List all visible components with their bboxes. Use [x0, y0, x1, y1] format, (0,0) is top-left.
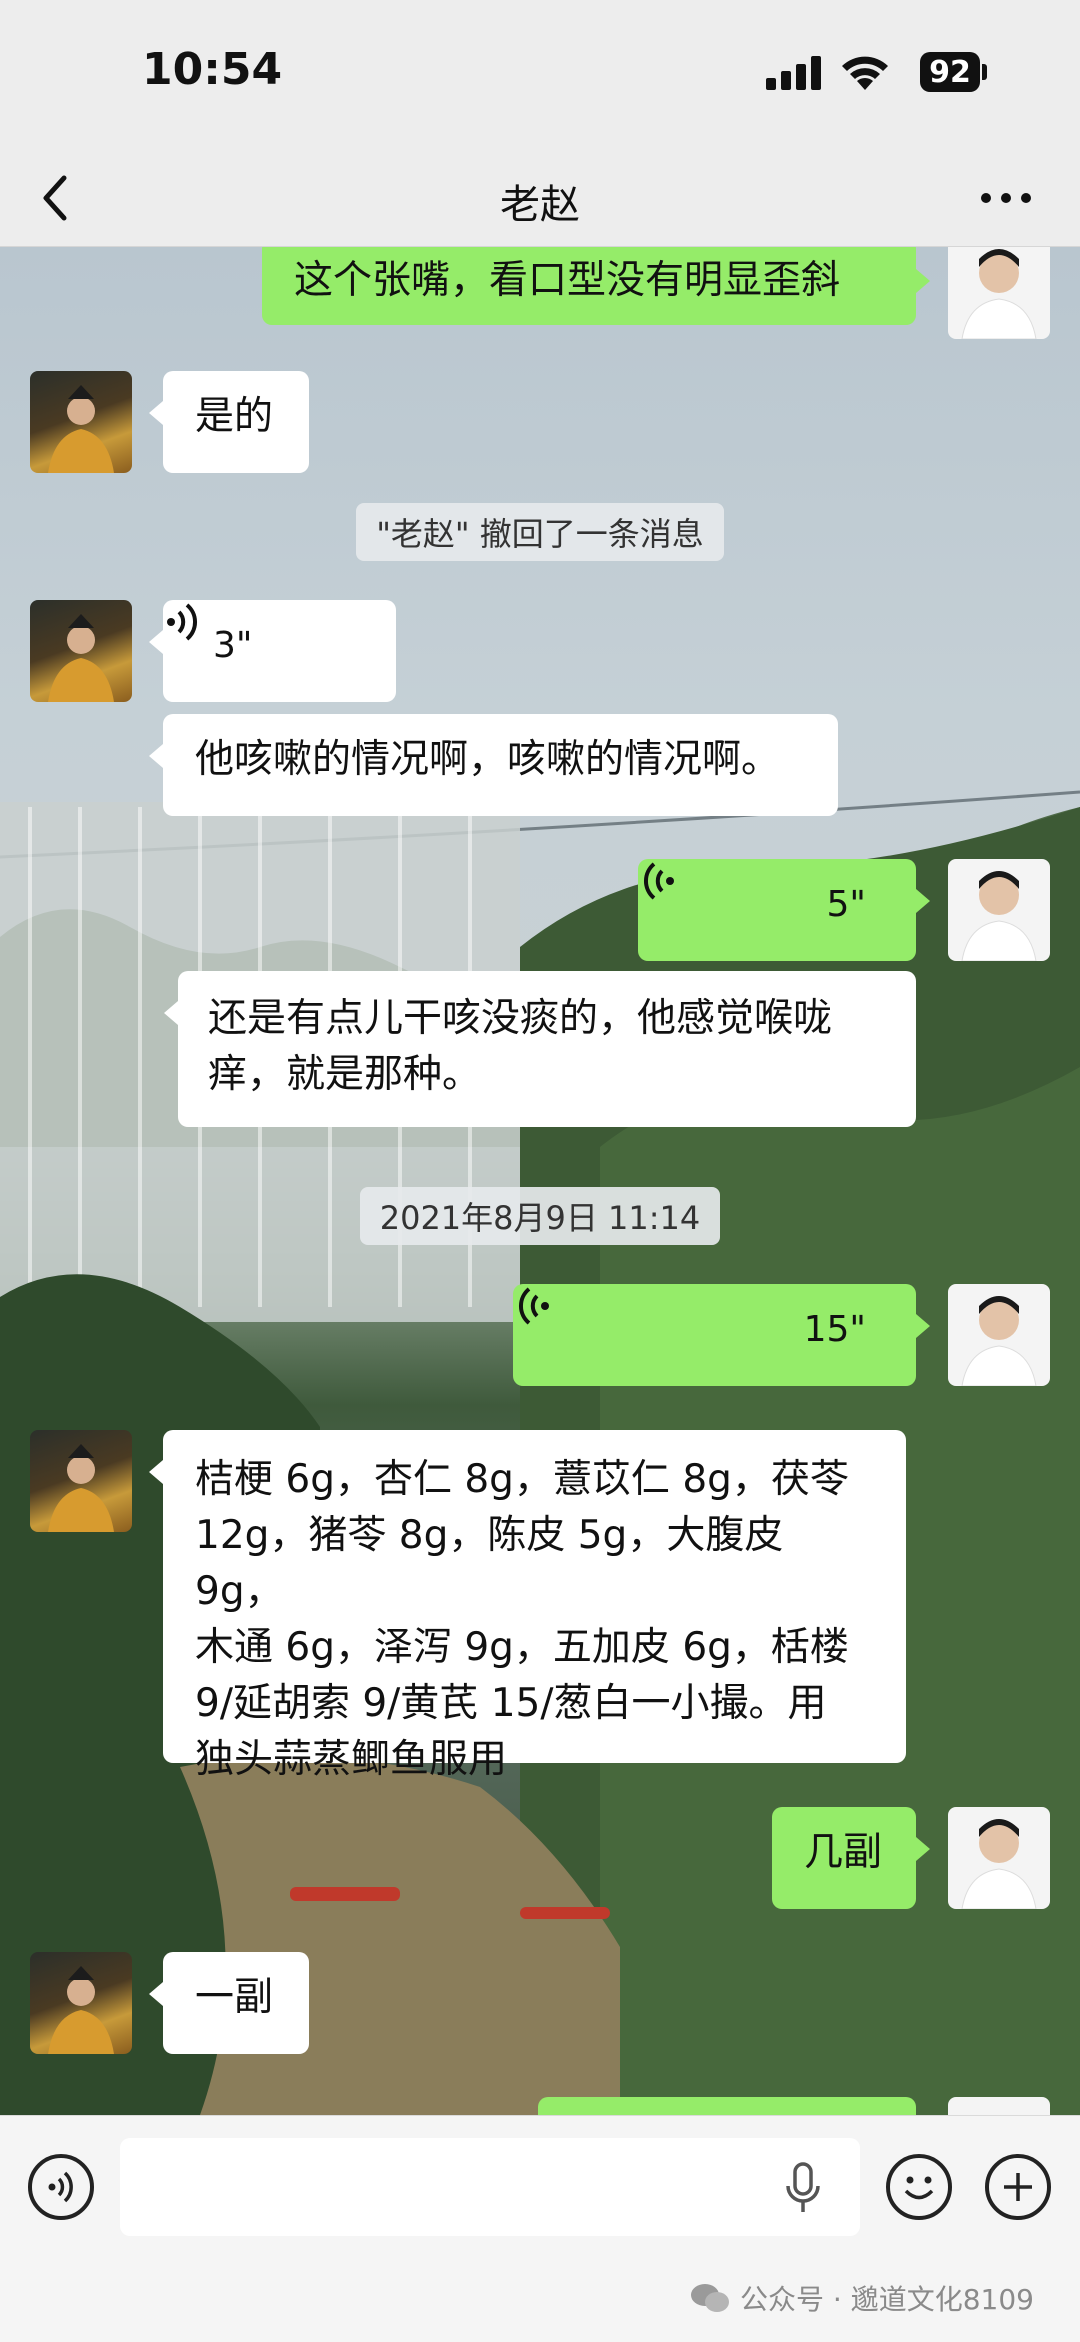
voice-duration: 5": [826, 884, 866, 925]
timestamp-text: 2021年8月9日 11:14: [359, 1187, 721, 1245]
message-bubble-outgoing[interactable]: 这个张嘴，看口型没有明显歪斜: [262, 247, 930, 325]
message-bubble-incoming[interactable]: 桔梗 6g，杏仁 8g，薏苡仁 8g，茯苓 12g，猪苓 8g，陈皮 5g，大腹…: [149, 1430, 906, 1782]
message-line: 木通 6g，泽泻 9g，五加皮 6g，栝楼: [195, 1625, 849, 1670]
add-more-icon[interactable]: [985, 2154, 1051, 2220]
voice-duration: 15": [803, 1309, 866, 1350]
avatar-self[interactable]: [948, 1807, 1050, 1909]
avatar-contact[interactable]: [30, 1952, 132, 2054]
message-bubble[interactable]: 还是有点儿干咳没痰的，他感觉喉咙 痒，就是那种。: [164, 971, 916, 1127]
message-bubble-outgoing-partial[interactable]: [538, 2097, 916, 2115]
message-line: 还是有点儿干咳没痰的，他感觉喉咙: [208, 996, 833, 1041]
message-line: 痒，就是那种。: [208, 1052, 482, 1097]
status-time: 10:54: [142, 44, 283, 95]
avatar-self[interactable]: [948, 859, 1050, 961]
cellular-signal-icon: [766, 56, 822, 90]
message-bubble-incoming[interactable]: 是的: [149, 371, 309, 473]
avatar-self[interactable]: [948, 247, 1050, 339]
message-line: 9/延胡索 9/黄芪 15/葱白一小撮。用: [195, 1681, 827, 1726]
voice-wave-icon: [643, 862, 674, 900]
avatar-contact[interactable]: [30, 1430, 132, 1532]
message-bubble-incoming[interactable]: 一副: [149, 1952, 309, 2054]
recall-notice: "老赵" 撤回了一条消息: [0, 503, 1080, 561]
voice-wave-icon: [518, 1287, 549, 1325]
microphone-icon[interactable]: [782, 2162, 824, 2214]
avatar-self[interactable]: [948, 1284, 1050, 1386]
watermark-text: 公众号 · 邈道文化8109: [740, 2283, 1034, 2316]
chat-title: 老赵: [500, 182, 580, 228]
message-line: 独头蒜蒸鲫鱼服用: [195, 1737, 508, 1782]
recall-notice-text: "老赵" 撤回了一条消息: [356, 503, 724, 561]
battery-icon: 92: [920, 52, 980, 92]
avatar-contact[interactable]: [30, 371, 132, 473]
status-bar: 10:54 92: [0, 0, 1080, 150]
voice-message-outgoing[interactable]: 15": [513, 1284, 930, 1386]
wechat-official-account-icon: [691, 2284, 729, 2312]
message-input[interactable]: [120, 2138, 860, 2236]
voice-message-incoming[interactable]: 3": [149, 600, 396, 702]
voice-wave-icon: [167, 603, 198, 641]
battery-tip: [982, 64, 987, 80]
voice-duration: 3": [213, 625, 253, 666]
message-line: 桔梗 6g，杏仁 8g，薏苡仁 8g，茯苓: [195, 1457, 849, 1502]
message-bubble-outgoing[interactable]: 几副: [772, 1807, 930, 1909]
chat-header: 老赵: [0, 150, 1080, 247]
emoji-icon[interactable]: [886, 2154, 952, 2220]
timestamp-divider: 2021年8月9日 11:14: [0, 1187, 1080, 1245]
voice-input-toggle-icon[interactable]: [28, 2154, 94, 2220]
voice-message-outgoing[interactable]: 5": [638, 859, 930, 961]
avatar-self[interactable]: [948, 2097, 1050, 2115]
chat-background: 这个张嘴，看口型没有明显歪斜 是的 "老赵" 撤回了一条消息 3" 他咳嗽的情况…: [0, 247, 1080, 2115]
wifi-icon: [842, 56, 888, 90]
more-options-icon[interactable]: [976, 176, 1036, 220]
message-line: 12g，猪苓 8g，陈皮 5g，大腹皮 9g，: [195, 1513, 784, 1614]
message-bubble-incoming[interactable]: 他咳嗽的情况啊，咳嗽的情况啊。: [149, 714, 838, 816]
watermark: 公众号 · 邈道文化8109: [690, 2278, 1034, 2318]
avatar-contact[interactable]: [30, 600, 132, 702]
